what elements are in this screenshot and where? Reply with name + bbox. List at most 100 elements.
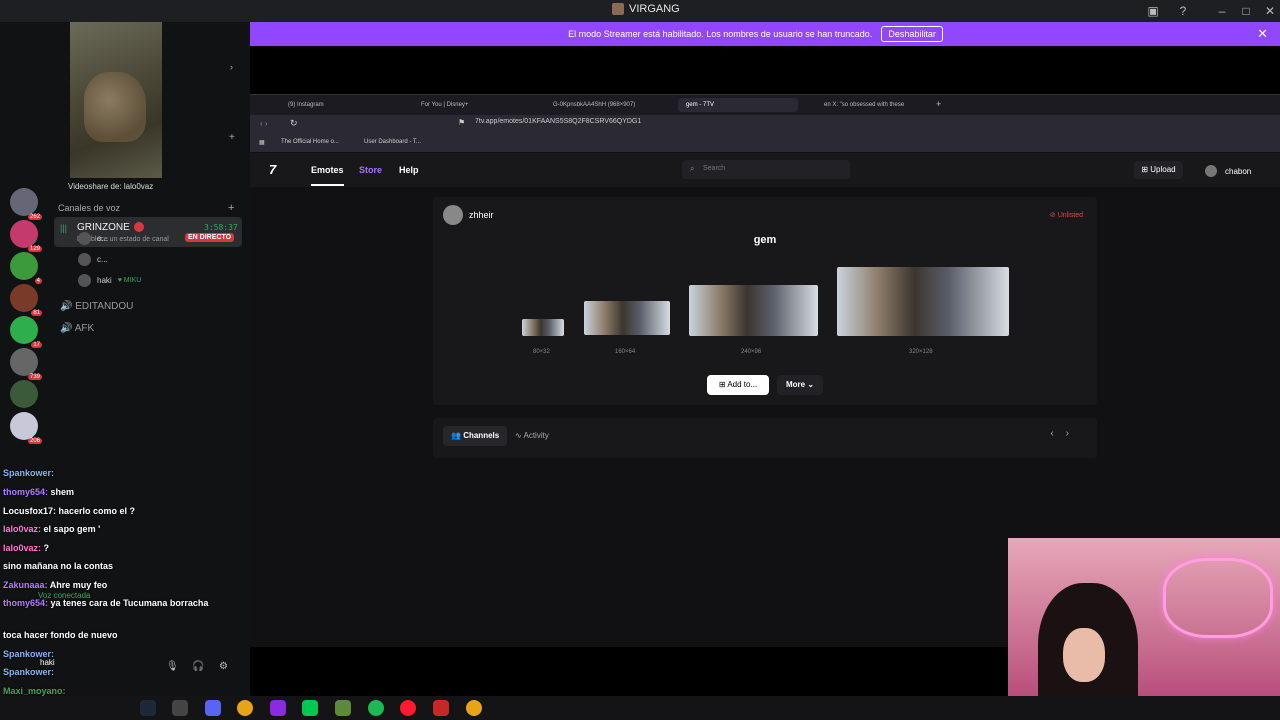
voice-channels-header[interactable]: Canales de voz (58, 203, 120, 213)
chat-message: lalo0vaz: el sapo gem ' (3, 524, 101, 534)
microphone-icon[interactable]: 🎙 (166, 661, 179, 672)
guild-icon[interactable]: 17 (10, 316, 42, 348)
guild-icon[interactable]: 206 (10, 412, 42, 444)
channel-timer: 3:58:37 (204, 223, 238, 232)
emote-name: gem (753, 234, 777, 246)
search-input[interactable]: Search (703, 165, 725, 172)
guild-icon[interactable]: 262 (10, 188, 42, 220)
chat-message: Locusfox17: hacerlo como el ? (3, 506, 136, 516)
guild-badge: 81 (31, 310, 42, 316)
url-field[interactable]: 7tv.app/emotes/01KFAANS5S8Q2F8CSRV66QYDG… (475, 118, 641, 125)
nav-help[interactable]: Help (399, 165, 419, 175)
tab-channels[interactable]: 👥 Channels (443, 426, 508, 446)
chat-message: thomy654: shem (3, 487, 75, 497)
expand-icon[interactable]: › (230, 62, 233, 72)
chat-message: sino mañana no la contas (3, 561, 114, 571)
voice-activity-icon: ||| (60, 223, 68, 233)
settings-icon[interactable]: ⚙ (219, 661, 228, 672)
banner-close-icon[interactable]: ✕ (1257, 26, 1268, 42)
upload-button[interactable]: ⊞ Upload (1134, 161, 1183, 179)
help-icon[interactable]: ? (1175, 3, 1191, 19)
tab-activity[interactable]: ∿ Activity (515, 426, 549, 446)
chat-message: Maxi_moyano: (3, 686, 66, 696)
bookmark-item[interactable]: User Dashboard - T... (364, 139, 421, 145)
guild-icon[interactable]: 129 (10, 220, 42, 252)
emote-preview-2x[interactable] (584, 301, 670, 335)
chrome-icon[interactable] (466, 700, 482, 716)
voice-user[interactable]: haki ♥ MIKU (78, 274, 141, 287)
taskbar (0, 696, 1280, 720)
bookmark-item[interactable]: The Official Home o... (281, 139, 339, 145)
user-name: haki (40, 658, 55, 667)
guild-badge: 739 (27, 374, 42, 380)
tab-7tv[interactable]: gem - 7TV (678, 98, 798, 112)
back-icon[interactable]: ‹ › (260, 119, 268, 128)
user-tag: ♥ MIKU (117, 277, 142, 284)
voice-user[interactable]: o... (78, 232, 108, 245)
emote-preview-1x[interactable] (522, 319, 564, 336)
add-icon[interactable]: + (229, 132, 235, 143)
tab-instagram[interactable]: (9) Instagram (280, 98, 400, 112)
guild-icon[interactable]: 81 (10, 284, 42, 316)
headphones-icon[interactable]: 🎧 (192, 661, 204, 672)
kick-icon[interactable] (302, 700, 318, 716)
emote-preview-3x[interactable] (689, 285, 818, 336)
voice-channel[interactable]: 🔊 EDITANDOU (60, 301, 133, 312)
minimize-icon[interactable]: – (1214, 3, 1230, 19)
tab-strip: (9) Instagram For You | Disney+ G-0Kpnsb… (250, 95, 1280, 115)
address-bar: ‹ › ↻ ⚑ 7tv.app/emotes/01KFAANS5S8Q2F8CS… (250, 115, 1280, 135)
discord-icon[interactable] (205, 700, 221, 716)
avatar (78, 253, 91, 266)
minecraft-icon[interactable] (335, 700, 351, 716)
spotify-icon[interactable] (368, 700, 384, 716)
emote-owner[interactable]: zhheir (443, 205, 494, 225)
search-box[interactable]: ⌕ Search (682, 160, 850, 179)
guild-icon[interactable] (10, 380, 38, 408)
maximize-icon[interactable]: □ (1238, 3, 1254, 19)
tab-disney[interactable]: For You | Disney+ (413, 98, 533, 112)
screen-icon[interactable]: ▣ (1145, 3, 1161, 19)
7tv-logo-icon[interactable]: 7 (269, 162, 276, 177)
user-menu[interactable]: chabon (1205, 165, 1251, 177)
new-tab-icon[interactable]: + (936, 99, 941, 109)
app-icon[interactable] (172, 700, 188, 716)
unlisted-badge: ⊘ Unlisted (1049, 212, 1083, 219)
window-title: VIRGANG (612, 3, 680, 15)
avatar (443, 205, 463, 225)
discord-user-bar: haki 🎙 🎧 ⚙ (0, 656, 250, 680)
guild-badge: 17 (31, 342, 42, 348)
close-icon[interactable]: ✕ (1262, 3, 1278, 19)
reload-icon[interactable]: ↻ (290, 118, 298, 129)
app-icon[interactable] (270, 700, 286, 716)
guild-icon[interactable]: 4 (10, 252, 42, 284)
streamer-facecam (1008, 538, 1280, 720)
disable-streamer-button[interactable]: Deshabilitar (881, 26, 943, 42)
bookmark-icon[interactable]: ⚑ (458, 118, 465, 127)
window-titlebar: VIRGANG ▣ ? – □ ✕ (0, 0, 1280, 22)
chat-message: Zakunaaa: Ahre muy feo (3, 580, 108, 590)
add-to-button[interactable]: ⊞ Add to... (707, 375, 769, 395)
chrome-icon[interactable] (237, 700, 253, 716)
size-label: 160×64 (615, 349, 636, 355)
nav-store[interactable]: Store (359, 165, 382, 175)
pagination-arrows[interactable]: ‹› (1050, 428, 1081, 439)
avatar (78, 274, 91, 287)
add-channel-icon[interactable]: + (228, 202, 234, 214)
more-button[interactable]: More ⌄ (777, 375, 823, 395)
guild-icon[interactable]: 739 (10, 348, 42, 380)
toad-image (84, 72, 146, 142)
emote-preview-4x[interactable] (837, 267, 1009, 336)
apps-icon[interactable]: ▦ (259, 139, 265, 146)
voicemeeter-icon[interactable] (433, 700, 449, 716)
tab-image[interactable]: G-0KpnsbkAA4ShH (968×907) (545, 98, 665, 112)
opera-icon[interactable] (400, 700, 416, 716)
tab-x[interactable]: en X: "so obsessed with these (816, 98, 936, 112)
voice-channel[interactable]: 🔊 AFK (60, 323, 94, 334)
emote-card: zhheir ⊘ Unlisted gem 80×32 160×64 240×9… (433, 197, 1097, 405)
voice-user[interactable]: c... (78, 253, 108, 266)
nav-emotes[interactable]: Emotes (311, 165, 344, 186)
steam-icon[interactable] (140, 700, 156, 716)
avatar (78, 232, 91, 245)
streamer-face (1063, 628, 1105, 682)
videoshare-preview[interactable] (70, 22, 162, 178)
